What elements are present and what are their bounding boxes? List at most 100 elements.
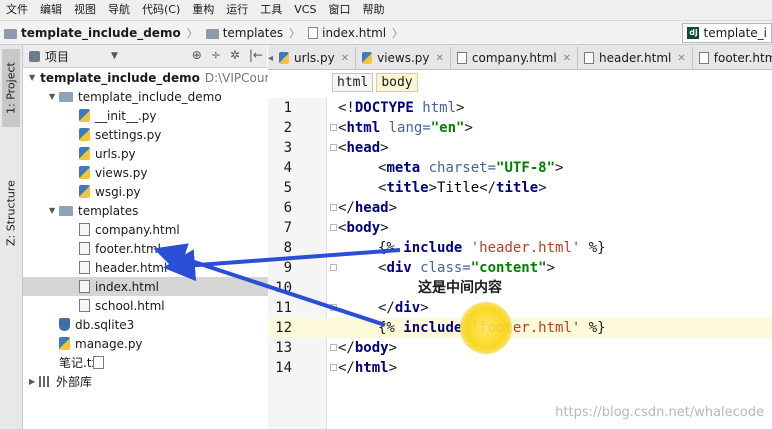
close-tab-icon[interactable]: ✕ (563, 53, 571, 64)
code-line[interactable]: 9 <div class="content"> (268, 258, 772, 278)
tree-item-label: header.html (95, 260, 168, 275)
project-tool-tab[interactable]: 1: Project (2, 49, 20, 127)
collapse-arrow-icon[interactable]: ▶ (29, 377, 39, 386)
code-token: 这是中间内容 (418, 280, 502, 296)
code-line[interactable]: 3 <head> (268, 138, 772, 158)
tree-item[interactable]: db.sqlite3 (23, 315, 293, 334)
code-line[interactable]: 11 </div> (268, 298, 772, 318)
fold-marker-icon[interactable] (330, 304, 337, 311)
menu-item[interactable]: 文件 (0, 0, 34, 20)
menu-item[interactable]: 运行 (220, 0, 254, 20)
expand-arrow-icon[interactable]: ▼ (29, 73, 35, 82)
py-file-icon (79, 147, 90, 160)
code-line[interactable]: 6 </head> (268, 198, 772, 218)
code-token: meta (386, 160, 429, 176)
editor-tab-label: header.html (599, 51, 672, 65)
code-editor[interactable]: html body 1 <!DOCTYPE html> 2 <html lang="en… (268, 70, 772, 429)
fold-marker-icon[interactable] (330, 124, 337, 131)
menu-item[interactable]: 编辑 (34, 0, 68, 20)
code-token: > (546, 260, 556, 276)
breadcrumb-folder[interactable]: templates 〉 (202, 25, 304, 41)
code-line[interactable]: 1 <!DOCTYPE html> (268, 98, 772, 118)
settings-icon[interactable]: ✲ (230, 48, 240, 62)
editor-tab[interactable]: urls.py ✕ (273, 47, 357, 69)
fold-marker-icon[interactable] (330, 204, 337, 211)
code-text: 这是中间内容 (418, 278, 502, 298)
editor-tab[interactable]: footer.html✕ (692, 47, 772, 69)
line-number: 13 (275, 340, 292, 356)
tree-item[interactable]: manage.py (23, 334, 293, 353)
code-line[interactable]: 14 </html> (268, 358, 772, 378)
close-tab-icon[interactable]: ✕ (341, 53, 349, 64)
code-line[interactable]: 2 <html lang="en"> (268, 118, 772, 138)
line-number: 5 (283, 180, 292, 196)
code-text: </div> (378, 298, 429, 318)
code-line[interactable]: 13 </body> (268, 338, 772, 358)
tree-item[interactable]: ▼ templates (23, 201, 293, 220)
html-file-icon (79, 223, 90, 236)
tag-breadcrumb[interactable]: body (376, 73, 418, 92)
editor-tab[interactable]: header.html ✕ (578, 47, 693, 69)
menu-item[interactable]: 重构 (186, 0, 220, 20)
code-token: > (420, 300, 429, 316)
expand-arrow-icon[interactable]: ▼ (49, 206, 59, 215)
code-line[interactable]: 8 {% include 'header.html' %} (268, 238, 772, 258)
code-token: "UTF-8" (496, 160, 556, 176)
code-token: charset= (428, 160, 497, 176)
structure-tool-tab[interactable]: Z: Structure (2, 173, 20, 253)
menu-item[interactable]: 窗口 (322, 0, 356, 20)
code-line[interactable]: 12 {% include 'footer.html' %} (268, 318, 772, 338)
editor-tab[interactable]: views.py ✕ (356, 47, 451, 69)
code-line[interactable]: 4 <meta charset="UTF-8"> (268, 158, 772, 178)
run-config-selector[interactable]: dj template_i (682, 23, 772, 43)
breadcrumb-project[interactable]: template_include_demo 〉 (0, 25, 202, 41)
folder-icon (205, 28, 219, 39)
tree-item[interactable]: ▼ template_include_demo (23, 87, 293, 106)
py-file-icon (279, 52, 290, 64)
code-line[interactable]: 7 <body> (268, 218, 772, 238)
breadcrumb-file[interactable]: index.html 〉 (304, 25, 407, 41)
dropdown-arrow-icon[interactable]: ▼ (111, 51, 118, 61)
tag-breadcrumbs: html body (332, 73, 418, 92)
code-token: > (456, 100, 465, 116)
tree-item[interactable]: ▶ 外部库 (23, 372, 273, 391)
code-line[interactable]: 10 这是中间内容 (268, 278, 772, 298)
line-number: 6 (283, 200, 292, 216)
py-file-icon (362, 52, 373, 64)
tag-breadcrumb[interactable]: html (332, 73, 374, 92)
code-token: html (346, 120, 389, 136)
close-tab-icon[interactable]: ✕ (677, 53, 685, 64)
code-token: > (428, 180, 438, 196)
html-file-icon (584, 52, 595, 64)
project-panel-title[interactable]: 项目 (45, 48, 69, 65)
fold-marker-icon[interactable] (330, 224, 337, 231)
menu-item[interactable]: 视图 (68, 0, 102, 20)
fold-marker-icon[interactable] (330, 144, 337, 151)
chevron-right-icon: 〉 (289, 26, 301, 40)
code-token: class= (420, 260, 471, 276)
locate-icon[interactable]: ⊕ (192, 48, 202, 62)
line-number: 11 (275, 300, 292, 316)
line-number: 7 (283, 220, 292, 236)
code-token: </ (338, 340, 355, 356)
menu-item[interactable]: 导航 (102, 0, 136, 20)
code-line[interactable]: 5 <title>Title</title> (268, 178, 772, 198)
tree-item[interactable]: ▼ template_include_demo D:\VIPCourse (23, 68, 283, 87)
fold-marker-icon[interactable] (330, 364, 337, 371)
editor-tab[interactable]: company.html ✕ (450, 47, 579, 69)
fold-marker-icon[interactable] (330, 344, 337, 351)
expand-arrow-icon[interactable]: ▼ (49, 92, 59, 101)
hide-panel-icon[interactable]: |← (249, 48, 263, 62)
code-token: </ (338, 200, 355, 216)
close-tab-icon[interactable]: ✕ (436, 53, 444, 64)
collapse-icon[interactable]: ÷ (211, 48, 221, 62)
menu-item[interactable]: 帮助 (356, 0, 390, 20)
tree-item[interactable]: 笔记.txt (23, 353, 293, 372)
code-token: > (538, 180, 547, 196)
folder-icon (59, 91, 73, 102)
menu-item[interactable]: 代码(C) (136, 0, 186, 20)
menu-item[interactable]: VCS (288, 0, 322, 20)
fold-marker-icon[interactable] (330, 264, 337, 271)
menu-item[interactable]: 工具 (254, 0, 288, 20)
folder-icon (4, 28, 17, 39)
